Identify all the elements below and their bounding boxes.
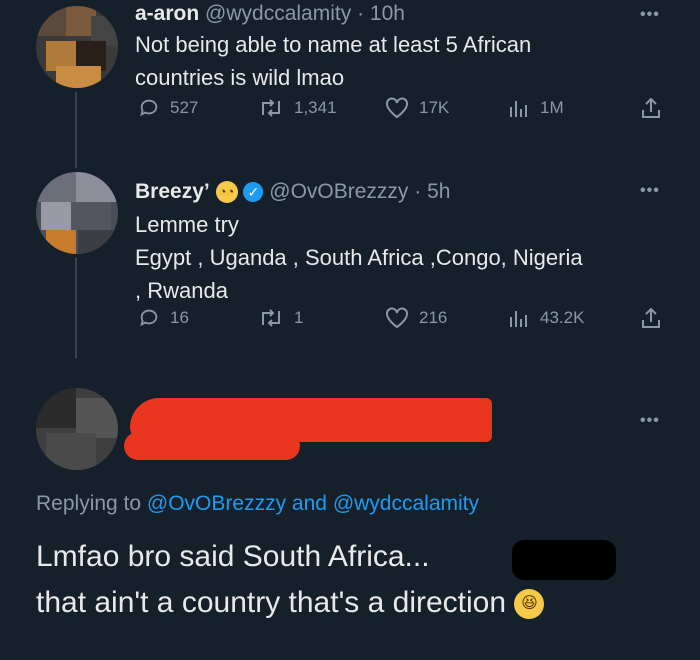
like-button[interactable]: 216 bbox=[385, 307, 447, 329]
retweet-icon bbox=[262, 99, 280, 117]
reply-icon bbox=[140, 99, 158, 117]
thread-line bbox=[75, 258, 77, 358]
timestamp[interactable]: · 10h bbox=[357, 2, 405, 25]
reply-count: 16 bbox=[170, 308, 189, 327]
display-name[interactable]: Breezy’ bbox=[135, 180, 210, 203]
face-emoji-icon: ◔◔ bbox=[215, 181, 238, 204]
more-icon[interactable]: ••• bbox=[640, 182, 660, 200]
heart-icon bbox=[386, 307, 408, 329]
share-button[interactable] bbox=[640, 306, 662, 330]
reply-text-line: that ain't a country that's a direction … bbox=[36, 580, 545, 626]
heart-icon bbox=[386, 97, 408, 119]
tweet-text-line: , Rwanda bbox=[135, 278, 228, 303]
reply-count: 527 bbox=[170, 98, 199, 117]
replying-prefix: Replying to bbox=[36, 492, 142, 515]
redacted-emoji-block bbox=[512, 540, 616, 580]
replying-user-link[interactable]: @wydccalamity bbox=[333, 492, 479, 515]
tweet-text: Not being able to name at least 5 Africa… bbox=[135, 28, 531, 94]
share-icon bbox=[642, 97, 660, 118]
handle[interactable]: @wydccalamity bbox=[205, 2, 351, 25]
like-count: 17K bbox=[419, 98, 450, 117]
retweet-button[interactable]: 1 bbox=[258, 307, 303, 329]
retweet-count: 1,341 bbox=[294, 98, 337, 117]
views-button[interactable]: 1M bbox=[508, 97, 564, 119]
reply-button[interactable]: 16 bbox=[138, 307, 189, 329]
handle[interactable]: @OvOBrezzzy bbox=[269, 180, 408, 203]
replying-to: Replying to @OvOBrezzzy and @wydccalamit… bbox=[36, 492, 479, 516]
retweet-icon bbox=[262, 309, 280, 327]
like-count: 216 bbox=[419, 308, 448, 327]
avatar[interactable] bbox=[36, 388, 118, 470]
avatar[interactable] bbox=[36, 172, 118, 254]
like-button[interactable]: 17K bbox=[385, 97, 449, 119]
thread-line bbox=[75, 92, 77, 168]
tweet-header: a-aron @wydccalamity · 10h bbox=[135, 2, 405, 26]
tweet-header: Breezy’ ◔◔ ✓ @OvOBrezzzy · 5h bbox=[135, 180, 450, 204]
tweet-text-line: Lemme try bbox=[135, 212, 239, 237]
more-icon[interactable]: ••• bbox=[640, 6, 660, 24]
reply-text: Lmfao bro said South Africa... that ain'… bbox=[36, 534, 545, 626]
reply-icon bbox=[140, 309, 158, 327]
tweet-text: Lemme try Egypt , Uganda , South Africa … bbox=[135, 208, 583, 307]
views-icon bbox=[510, 311, 527, 327]
retweet-button[interactable]: 1,341 bbox=[258, 97, 337, 119]
views-count: 1M bbox=[540, 98, 564, 117]
views-count: 43.2K bbox=[540, 308, 585, 327]
redacted-handle bbox=[124, 432, 300, 460]
replying-and: and bbox=[291, 492, 327, 515]
more-icon[interactable]: ••• bbox=[640, 412, 660, 430]
reply-text-line-content: that ain't a country that's a direction bbox=[36, 586, 507, 619]
rofl-emoji-icon: 😆 bbox=[514, 589, 545, 620]
replying-user-link[interactable]: @OvOBrezzzy bbox=[147, 492, 286, 515]
avatar[interactable] bbox=[36, 6, 118, 88]
timestamp[interactable]: · 5h bbox=[414, 180, 450, 203]
share-button[interactable] bbox=[640, 96, 662, 120]
share-icon bbox=[642, 307, 660, 328]
reply-text-line: Lmfao bro said South Africa... bbox=[36, 534, 544, 580]
reply-button[interactable]: 527 bbox=[138, 97, 198, 119]
retweet-count: 1 bbox=[294, 308, 304, 327]
views-icon bbox=[510, 101, 527, 117]
reply-text-line-content: Lmfao bro said South Africa... bbox=[36, 540, 430, 573]
tweet-text-line: countries is wild lmao bbox=[135, 65, 345, 90]
verified-icon: ✓ bbox=[243, 182, 264, 203]
views-button[interactable]: 43.2K bbox=[508, 307, 584, 329]
tweet-text-line: Egypt , Uganda , South Africa ,Congo, Ni… bbox=[135, 245, 583, 270]
display-name[interactable]: a-aron bbox=[135, 2, 199, 25]
tweet-text-line: Not being able to name at least 5 Africa… bbox=[135, 32, 532, 57]
